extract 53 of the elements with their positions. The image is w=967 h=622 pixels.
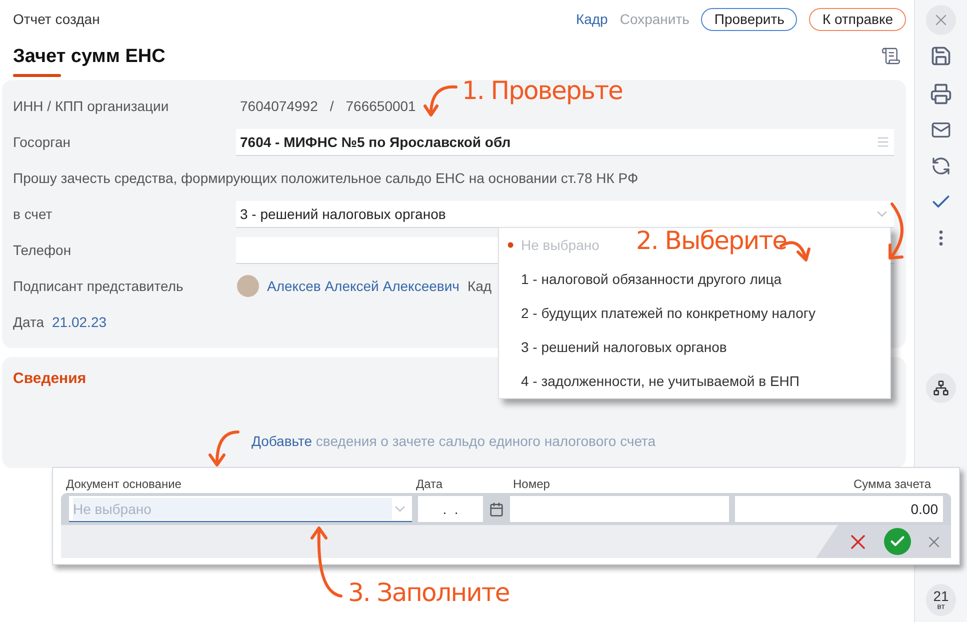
close-button[interactable]: [926, 5, 956, 35]
account-select[interactable]: 3 - решений налоговых органов: [236, 200, 894, 228]
sum-field[interactable]: 0.00: [735, 496, 943, 522]
hierarchy-icon: [933, 380, 950, 396]
avatar: [237, 275, 259, 297]
status-text: Отчет создан: [13, 11, 101, 27]
column-header: Дата: [415, 476, 444, 490]
check-button[interactable]: Проверить: [701, 8, 798, 30]
separator-text: /: [330, 98, 334, 114]
send-button[interactable]: К отправке: [809, 8, 906, 30]
signer-link[interactable]: Алексев Алексей Алексеевич: [267, 278, 460, 294]
annotation-arrow: [424, 85, 458, 116]
field-label: Дата: [13, 314, 44, 330]
hint-text: Добавьте сведения о зачете сальдо единого налогового счета: [250, 433, 657, 449]
annotation-arrow: [208, 430, 240, 466]
calendar-badge[interactable]: 21 вт: [926, 584, 956, 616]
refresh-icon[interactable]: [931, 156, 952, 176]
section-title: Сведения: [13, 370, 86, 387]
role-text: Кад: [467, 278, 492, 294]
column-header: Номер: [512, 476, 551, 490]
add-link[interactable]: Добавьте: [251, 433, 312, 449]
dropdown-option[interactable]: 1 - налоговой обязанности другого лица: [508, 271, 782, 287]
dropdown-option[interactable]: 3 - решений налоговых органов: [508, 339, 727, 355]
annotation-text: 1. Проверьте: [462, 76, 622, 105]
calendar-icon[interactable]: [489, 502, 504, 516]
header-link[interactable]: Кадр: [576, 11, 608, 27]
field-label: в счет: [13, 206, 54, 222]
column-header: Документ основание: [65, 476, 182, 490]
column-header: Сумма зачета: [852, 476, 932, 490]
field-label: Телефон: [13, 242, 72, 258]
annotation-arrow: [310, 526, 342, 598]
dropdown-option[interactable]: 2 - будущих платежей по конкретному налогу: [508, 305, 816, 321]
dropdown-option[interactable]: 4 - задолженности, не учитываемой в ЕНП: [508, 373, 800, 389]
printer-icon[interactable]: [930, 83, 952, 105]
date-value[interactable]: 21.02.23: [52, 314, 107, 330]
annotation-arrow: [888, 202, 904, 260]
envelope-icon[interactable]: [931, 120, 952, 140]
field-label: Подписант представитель: [13, 278, 184, 294]
field-value: 7604074992: [240, 98, 318, 114]
field-value: 766650001: [346, 98, 416, 114]
save-icon[interactable]: [930, 45, 952, 67]
annotation-text: 2. Выберите: [636, 226, 787, 255]
field-label: Госорган: [13, 134, 72, 150]
scroll-icon[interactable]: [881, 46, 902, 66]
date-field[interactable]: . .: [418, 496, 483, 522]
hierarchy-button[interactable]: [926, 373, 956, 403]
authority-field[interactable]: 7604 - МИФНС №5 по Ярославской обл: [236, 128, 894, 156]
number-field[interactable]: [510, 496, 729, 522]
page-title: Зачет сумм ЕНС: [13, 44, 166, 76]
confirm-button[interactable]: [884, 528, 911, 555]
field-label: ИНН / КПП организации: [13, 98, 170, 114]
request-text: Прошу зачесть средства, формирующих положительное сальдо ЕНС на основании ст.78 НК РФ: [13, 169, 640, 188]
annotation-text: 3. Заполните: [348, 578, 510, 607]
